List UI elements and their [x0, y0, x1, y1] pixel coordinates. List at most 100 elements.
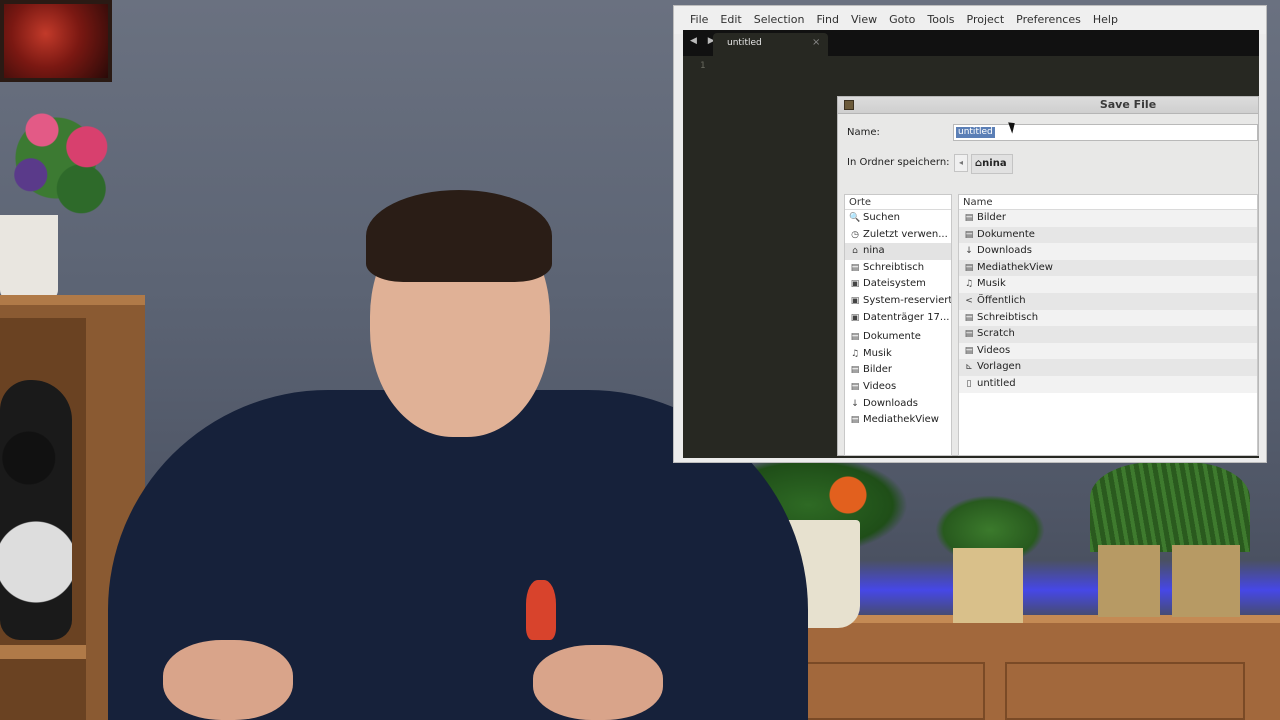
place-label: Suchen [863, 212, 901, 223]
file-icon: ▯ [966, 378, 972, 389]
presenter-hair [366, 190, 552, 282]
pictures-icon: ▤ [850, 365, 860, 376]
place-item-downloads[interactable]: ↓ Downloads [845, 396, 951, 413]
place-label: Dokumente [863, 331, 921, 343]
panda-plush [0, 380, 72, 640]
file-label: Schreibtisch [977, 311, 1039, 323]
bookshelf-plank [0, 645, 86, 659]
place-item-bilder[interactable]: ▤ Bilder [845, 362, 951, 379]
wall-painting [0, 0, 112, 82]
folder-icon: ▤ [964, 312, 974, 323]
folder-icon: ▤ [850, 415, 860, 426]
place-label: nina [863, 245, 885, 257]
plant-pot [953, 548, 1023, 623]
file-row-mediathekview[interactable]: ▤ MediathekView [959, 259, 1257, 277]
place-item-dokumente[interactable]: ▤ Dokumente [845, 329, 951, 346]
vase [0, 215, 58, 300]
recent-clock-icon: ◷ [851, 229, 859, 240]
file-list: Name ▤ Bilder ▤ Dokumente ↓ Downloads ▤ Medi… [958, 194, 1258, 456]
place-item-videos[interactable]: ▤ Videos [845, 379, 951, 396]
folder-icon: ▤ [964, 329, 974, 340]
filename-input[interactable]: untitled [953, 124, 1258, 141]
drive-icon: ▣ [850, 279, 860, 290]
tab-bar: ◀ ▶ untitled × [683, 30, 1259, 56]
places-header[interactable]: Orte [845, 195, 951, 210]
grass-plants [1090, 462, 1250, 552]
dialog-title: Save File [1099, 98, 1157, 111]
place-label: Videos [863, 380, 897, 392]
place-label: MediathekView [863, 414, 939, 426]
save-file-dialog: Save File Name: untitled In Ordner speic… [837, 96, 1259, 456]
videos-icon: ▤ [964, 345, 974, 356]
place-item-mediathekview[interactable]: ▤ MediathekView [845, 412, 951, 429]
folder-icon: ▤ [964, 213, 974, 223]
tab-label: untitled [727, 38, 762, 48]
presenter-hand [163, 640, 293, 720]
places-sidebar: Orte 🔍 Suchen ◷ Zuletzt verwen... ⌂ nina ▤ S… [844, 194, 952, 456]
place-item-recent[interactable]: ◷ Zuletzt verwen... [845, 227, 951, 244]
file-label: Bilder [977, 212, 1007, 223]
place-label: System-reserviert [863, 294, 951, 306]
desktop-icon: ▤ [850, 262, 860, 273]
videos-icon: ▤ [850, 381, 860, 392]
path-crumb-nina[interactable]: ⌂nina [971, 154, 1013, 174]
file-row-oeffentlich[interactable]: < Öffentlich [959, 292, 1257, 310]
line-number: 1 [700, 61, 706, 71]
place-label: Musik [863, 347, 892, 359]
folder-icon: ▤ [964, 262, 974, 273]
file-label: MediathekView [977, 261, 1053, 273]
file-label: Videos [977, 344, 1011, 356]
file-row-untitled[interactable]: ▯ untitled [959, 375, 1257, 393]
share-icon: < [965, 295, 973, 306]
dialog-titlebar[interactable]: Save File [838, 97, 1258, 114]
file-label: Scratch [977, 328, 1015, 340]
file-row-schreibtisch[interactable]: ▤ Schreibtisch [959, 309, 1257, 327]
file-row-musik[interactable]: ♫ Musik [959, 276, 1257, 293]
files-column-header-name[interactable]: Name [959, 195, 1257, 210]
file-label: Vorlagen [977, 361, 1022, 373]
shirt-logo [526, 580, 556, 640]
file-row-downloads[interactable]: ↓ Downloads [959, 243, 1257, 260]
home-icon: ⌂ [852, 246, 858, 257]
place-item-musik[interactable]: ♫ Musik [845, 346, 951, 363]
place-label: Datenträger 17... [863, 311, 950, 323]
download-icon: ↓ [965, 246, 973, 257]
file-row-dokumente[interactable]: ▤ Dokumente [959, 226, 1257, 244]
place-label: Dateisystem [863, 278, 926, 290]
name-label: Name: [847, 127, 880, 138]
file-label: untitled [977, 377, 1016, 389]
file-row-vorlagen[interactable]: ⊾ Vorlagen [959, 359, 1257, 376]
music-icon: ♫ [850, 348, 860, 359]
place-label: Bilder [863, 364, 893, 376]
place-item-system-reserviert[interactable]: ▣ System-reserviert [845, 293, 951, 310]
file-row-scratch[interactable]: ▤ Scratch [959, 326, 1257, 343]
folder-icon: ▤ [850, 332, 860, 343]
download-icon: ↓ [851, 398, 859, 409]
place-item-dateisystem[interactable]: ▣ Dateisystem [845, 276, 951, 293]
place-item-nina[interactable]: ⌂ nina [845, 243, 951, 260]
place-item-datentraeger[interactable]: ▣ Datenträger 17... [845, 310, 951, 327]
path-back-icon[interactable]: ◂ [954, 154, 968, 172]
music-icon: ♫ [964, 279, 974, 290]
place-item-suchen[interactable]: 🔍 Suchen [845, 210, 951, 227]
place-label: Downloads [863, 397, 918, 409]
close-icon[interactable]: × [812, 37, 820, 48]
file-label: Musik [977, 278, 1006, 290]
folder-label: In Ordner speichern: [847, 157, 950, 168]
path-crumb-label: nina [982, 158, 1007, 169]
plant-pot [1098, 545, 1160, 617]
drive-icon: ▣ [850, 295, 860, 306]
file-row-bilder[interactable]: ▤ Bilder [959, 210, 1257, 227]
plant-pot [1172, 545, 1240, 617]
tab-untitled[interactable]: untitled × [713, 33, 828, 56]
place-label: Zuletzt verwen... [863, 228, 948, 240]
filename-selected-text: untitled [956, 127, 995, 138]
drive-icon: ▣ [850, 312, 860, 323]
file-label: Öffentlich [977, 294, 1026, 306]
file-label: Downloads [977, 245, 1032, 257]
place-item-schreibtisch[interactable]: ▤ Schreibtisch [845, 260, 951, 277]
file-label: Dokumente [977, 228, 1035, 240]
file-row-videos[interactable]: ▤ Videos [959, 342, 1257, 360]
place-label: Schreibtisch [863, 261, 925, 273]
folder-icon: ▤ [964, 229, 974, 240]
